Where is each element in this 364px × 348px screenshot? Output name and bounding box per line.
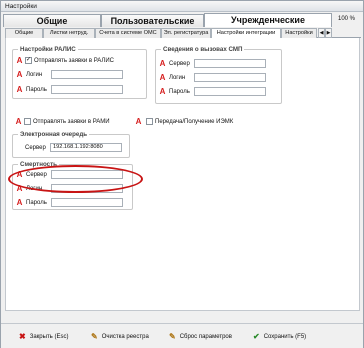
smp-server-field[interactable] [194, 59, 266, 68]
required-icon: A [16, 197, 23, 207]
tab-institutional[interactable]: Учрежденческие [204, 13, 332, 27]
smp-title: Сведения о вызовах СМП [161, 46, 245, 53]
required-icon: A [16, 69, 23, 79]
rami-checkbox[interactable] [24, 118, 31, 125]
iemk-checkbox[interactable] [146, 118, 153, 125]
ralis-login-label: Логин [26, 71, 43, 78]
queue-server-label: Сервер [25, 144, 46, 151]
smp-server-row: A Сервер [158, 59, 190, 68]
smp-password-field[interactable] [194, 87, 266, 96]
highlight-oval [8, 165, 143, 193]
iemk-row: A Передача/Получение ИЭМК [134, 117, 233, 126]
zoom-level: 100 % [337, 16, 355, 22]
save-button-label: Сохранить (F5) [263, 333, 307, 340]
subtab-settings-more[interactable]: Настройки [281, 28, 317, 38]
ralis-title: Настройки РАЛИС [18, 46, 78, 53]
clear-registry-label: Очистка реестра [101, 333, 149, 340]
title-bar: Настройки [1, 1, 363, 12]
smp-login-label: Логин [169, 74, 186, 81]
tab-user[interactable]: Пользовательские [101, 14, 204, 27]
ralis-login-field[interactable] [51, 70, 123, 79]
broom-icon: ✎ [91, 332, 98, 341]
ralis-send-checkbox[interactable]: ✓ [25, 57, 32, 64]
integration-panel: Настройки РАЛИС A ✓ Отправлять заявки в … [5, 38, 360, 311]
ralis-login-row: A Логин [15, 69, 43, 79]
broom-icon: ✎ [169, 332, 176, 341]
arrow-left-icon[interactable]: ◀ [318, 28, 325, 38]
subtab-sick-leave[interactable]: Листки нетруд. [43, 28, 95, 38]
rami-label: Отправлять заявки в РАМИ [33, 118, 110, 125]
queue-server-row: Сервер [23, 143, 46, 152]
smp-password-row: A Пароль [158, 87, 190, 96]
required-icon: A [15, 116, 22, 126]
close-icon: ✖ [19, 332, 26, 341]
smp-password-label: Пароль [169, 88, 190, 95]
reset-parameters-button[interactable]: ✎ Сброс параметров [169, 331, 232, 342]
ralis-send-row: A ✓ Отправлять заявки в РАЛИС [15, 56, 114, 65]
ralis-group: Настройки РАЛИС A ✓ Отправлять заявки в … [12, 46, 147, 99]
tab-general[interactable]: Общие [3, 14, 101, 27]
subtab-general[interactable]: Общие [5, 28, 43, 38]
required-icon: A [159, 58, 166, 68]
close-button-label: Закрыть (Esc) [29, 333, 69, 340]
subtab-oms-accounts[interactable]: Счета в системе ОМС [95, 28, 161, 38]
required-icon: A [16, 55, 23, 65]
sub-tabs: Общие Листки нетруд. Счета в системе ОМС… [5, 28, 361, 39]
iemk-label: Передача/Получение ИЭМК [155, 118, 234, 125]
queue-group: Электронная очередь Сервер 192.168.1.192… [12, 131, 130, 158]
checkmark-icon: ✔ [253, 332, 260, 341]
main-tabs: Общие Пользовательские Учрежденческие 10… [3, 13, 361, 27]
mortality-password-field[interactable] [51, 198, 123, 207]
rami-row: A Отправлять заявки в РАМИ [14, 117, 110, 126]
required-icon: A [135, 116, 142, 126]
required-icon: A [16, 84, 23, 94]
tab-scroll-arrows: ◀ ▶ [318, 28, 332, 38]
clear-registry-button[interactable]: ✎ Очистка реестра [91, 331, 149, 342]
save-button[interactable]: ✔ Сохранить (F5) [253, 331, 306, 342]
queue-title: Электронная очередь [18, 131, 90, 138]
smp-server-label: Сервер [169, 60, 190, 67]
reset-parameters-label: Сброс параметров [179, 333, 232, 340]
mortality-password-label: Пароль [26, 199, 47, 206]
ralis-password-field[interactable] [51, 85, 123, 94]
close-button[interactable]: ✖ Закрыть (Esc) [19, 331, 68, 342]
mortality-password-row: A Пароль [15, 198, 47, 207]
bottom-toolbar: ✖ Закрыть (Esc) ✎ Очистка реестра ✎ Сбро… [1, 323, 363, 348]
required-icon: A [159, 72, 166, 82]
window-title: Настройки [5, 3, 37, 10]
arrow-right-icon[interactable]: ▶ [325, 28, 332, 38]
ralis-password-row: A Пароль [15, 85, 47, 94]
smp-login-field[interactable] [194, 73, 266, 82]
smp-group: Сведения о вызовах СМП A Сервер A Логин … [155, 46, 282, 104]
ralis-send-label: Отправлять заявки в РАЛИС [34, 57, 115, 64]
settings-window: Настройки Общие Пользовательские Учрежде… [0, 0, 364, 348]
subtab-e-registry[interactable]: Эл. регистратура [161, 28, 211, 38]
ralis-password-label: Пароль [26, 86, 47, 93]
queue-server-field[interactable]: 192.168.1.192:8080 [50, 143, 122, 152]
smp-login-row: A Логин [158, 72, 186, 82]
required-icon: A [159, 86, 166, 96]
